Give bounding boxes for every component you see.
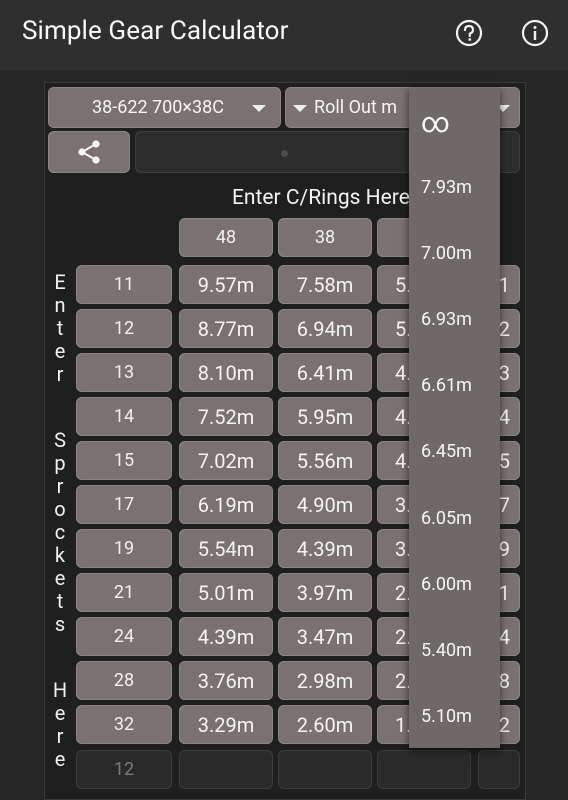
dropdown-item[interactable]: 5.10m bbox=[421, 706, 472, 727]
result-cell: 3.76m bbox=[179, 661, 273, 700]
app-title: Simple Gear Calculator bbox=[22, 16, 289, 46]
sprocket-13[interactable]: 13 bbox=[76, 353, 172, 392]
result-cell: 6.94m bbox=[278, 309, 372, 348]
result-cell: 7.58m bbox=[278, 265, 372, 304]
dropdown-item[interactable]: 6.00m bbox=[421, 574, 472, 595]
status-dot bbox=[281, 150, 288, 157]
sprocket-28[interactable]: 28 bbox=[76, 661, 172, 700]
result-cell: 5.56m bbox=[278, 441, 372, 480]
result-cell: 3.29m bbox=[179, 705, 273, 744]
chevron-down-icon bbox=[252, 105, 266, 112]
empty-cell bbox=[478, 750, 520, 789]
dropdown-item[interactable]: 6.05m bbox=[421, 508, 472, 529]
sprocket-15[interactable]: 15 bbox=[76, 441, 172, 480]
dropdown-item[interactable]: 6.93m bbox=[421, 309, 472, 330]
chevron-down-icon bbox=[293, 105, 307, 112]
result-cell: 5.01m bbox=[179, 573, 273, 612]
empty-cell bbox=[179, 750, 273, 789]
sprocket-32[interactable]: 32 bbox=[76, 705, 172, 744]
result-cell: 5.54m bbox=[179, 529, 273, 568]
result-cell: 9.57m bbox=[179, 265, 273, 304]
new-sprocket-input[interactable]: 12 bbox=[76, 750, 172, 789]
chainring-48[interactable]: 48 bbox=[179, 218, 273, 257]
dropdown-item[interactable]: 6.45m bbox=[421, 441, 472, 462]
help-circle-icon[interactable] bbox=[454, 18, 484, 48]
dropdown-item[interactable]: 7.00m bbox=[421, 243, 472, 264]
chainring-38[interactable]: 38 bbox=[278, 218, 372, 257]
sprocket-24[interactable]: 24 bbox=[76, 617, 172, 656]
result-cell: 4.39m bbox=[179, 617, 273, 656]
result-cell: 7.02m bbox=[179, 441, 273, 480]
share-button[interactable] bbox=[48, 131, 130, 173]
sprocket-17[interactable]: 17 bbox=[76, 485, 172, 524]
tyre-size-select[interactable]: 38-622 700×38C bbox=[48, 87, 281, 128]
result-cell: 4.39m bbox=[278, 529, 372, 568]
sprocket-14[interactable]: 14 bbox=[76, 397, 172, 436]
roll-out-dropdown-menu[interactable]: ∞ 7.93m 7.00m 6.93m 6.61m 6.45m 6.05m 6.… bbox=[409, 88, 500, 748]
result-cell: 4.90m bbox=[278, 485, 372, 524]
chainrings-header-label: Enter C/Rings Here bbox=[232, 186, 410, 210]
result-cell: 8.77m bbox=[179, 309, 273, 348]
share-icon bbox=[78, 140, 100, 164]
app-bar: Simple Gear Calculator bbox=[0, 0, 568, 70]
result-cell: 2.60m bbox=[278, 705, 372, 744]
result-cell: 5.95m bbox=[278, 397, 372, 436]
dropdown-item[interactable]: 5.40m bbox=[421, 640, 472, 661]
tyre-size-value: 38-622 700×38C bbox=[92, 97, 224, 118]
dropdown-item[interactable]: ∞ bbox=[421, 106, 450, 139]
result-cell: 3.47m bbox=[278, 617, 372, 656]
dropdown-item[interactable]: 6.61m bbox=[421, 375, 472, 396]
result-cell: 8.10m bbox=[179, 353, 273, 392]
result-cell: 3.97m bbox=[278, 573, 372, 612]
empty-cell bbox=[377, 750, 471, 789]
mode-value: Roll Out m bbox=[314, 97, 398, 118]
sprocket-12[interactable]: 12 bbox=[76, 309, 172, 348]
sprocket-11[interactable]: 11 bbox=[76, 265, 172, 304]
sprocket-21[interactable]: 21 bbox=[76, 573, 172, 612]
result-cell: 7.52m bbox=[179, 397, 273, 436]
result-cell: 2.98m bbox=[278, 661, 372, 700]
empty-cell bbox=[278, 750, 372, 789]
info-circle-icon[interactable] bbox=[520, 18, 550, 48]
dropdown-item[interactable]: 7.93m bbox=[421, 177, 472, 198]
result-cell: 6.19m bbox=[179, 485, 273, 524]
result-cell: 6.41m bbox=[278, 353, 372, 392]
sprocket-19[interactable]: 19 bbox=[76, 529, 172, 568]
